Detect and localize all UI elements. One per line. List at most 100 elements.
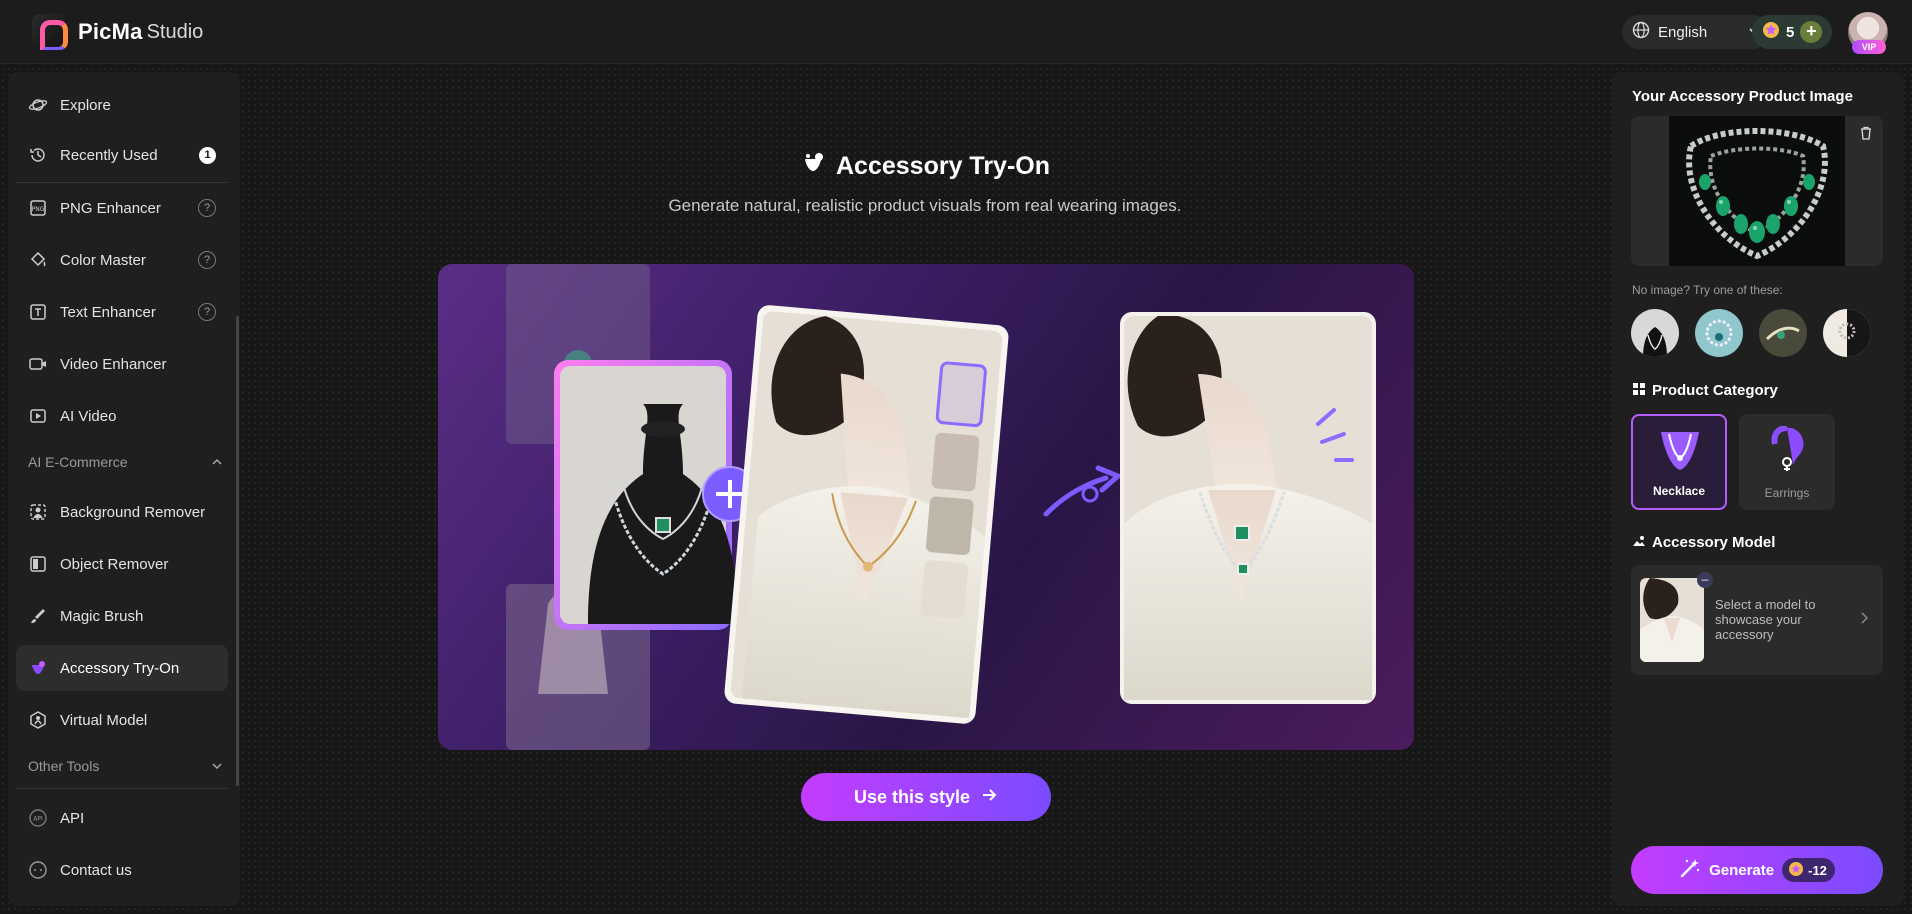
category-label: Necklace bbox=[1652, 484, 1706, 498]
sidebar-item-label: API bbox=[60, 809, 85, 827]
add-credits-button[interactable]: + bbox=[1800, 21, 1823, 43]
sidebar-item-label: PNG Enhancer bbox=[60, 199, 161, 217]
globe-icon bbox=[1632, 21, 1650, 43]
use-this-style-button[interactable]: Use this style bbox=[801, 773, 1051, 821]
coin-icon bbox=[1788, 861, 1804, 880]
earring-icon bbox=[1767, 425, 1807, 477]
generate-label: Generate bbox=[1709, 861, 1775, 879]
history-icon bbox=[28, 145, 48, 165]
upload-title: Your Accessory Product Image bbox=[1632, 88, 1853, 105]
trash-icon[interactable] bbox=[1859, 126, 1873, 145]
magic-wand-icon bbox=[1679, 857, 1701, 883]
section-label: Other Tools bbox=[28, 758, 100, 774]
generate-button[interactable]: Generate -12 bbox=[1631, 846, 1883, 894]
help-icon[interactable]: ? bbox=[198, 251, 216, 269]
page-subtitle: Generate natural, realistic product visu… bbox=[668, 196, 1182, 215]
product-image-upload[interactable] bbox=[1631, 116, 1883, 266]
example-showcase bbox=[438, 264, 1414, 750]
category-title: Product Category bbox=[1632, 382, 1778, 400]
sidebar-item-label: Color Master bbox=[60, 251, 146, 269]
paint-bucket-icon bbox=[28, 250, 48, 270]
star-coin-icon bbox=[1762, 21, 1780, 43]
sidebar-item-ai-video[interactable]: AI Video bbox=[16, 393, 228, 439]
model-title: Accessory Model bbox=[1632, 534, 1775, 552]
video-enhance-icon bbox=[28, 354, 48, 374]
sample-image-4[interactable] bbox=[1823, 309, 1871, 357]
section-ai-ecommerce[interactable]: AI E-Commerce bbox=[28, 447, 224, 477]
sidebar-item-object-remover[interactable]: Object Remover bbox=[16, 541, 228, 587]
category-title-text: Product Category bbox=[1652, 382, 1778, 399]
sidebar-item-explore[interactable]: Explore bbox=[16, 82, 228, 128]
language-label: English bbox=[1658, 23, 1708, 41]
uploaded-necklace-image bbox=[1669, 116, 1845, 266]
showcase-illustration bbox=[506, 264, 1376, 750]
help-icon[interactable]: ? bbox=[198, 303, 216, 321]
necklace-icon bbox=[1655, 428, 1705, 477]
arrow-right-icon bbox=[980, 786, 998, 809]
sample-image-1[interactable] bbox=[1631, 309, 1679, 357]
sample-image-3[interactable] bbox=[1759, 309, 1807, 357]
chevron-down-icon bbox=[210, 759, 224, 776]
divider bbox=[16, 182, 228, 183]
sidebar-item-virtual-model[interactable]: Virtual Model bbox=[16, 697, 228, 743]
sidebar-item-background-remover[interactable]: Background Remover bbox=[16, 489, 228, 535]
api-icon: API bbox=[28, 808, 48, 828]
planet-icon bbox=[28, 95, 48, 115]
recent-count-badge: 1 bbox=[199, 147, 216, 164]
category-earrings[interactable]: Earrings bbox=[1739, 414, 1835, 510]
sidebar-scrollbar[interactable] bbox=[236, 316, 239, 786]
tryon-title-icon bbox=[800, 150, 826, 183]
divider bbox=[16, 788, 228, 789]
model-thumbnail bbox=[1640, 578, 1704, 662]
sidebar-item-label: Explore bbox=[60, 96, 111, 114]
chevron-up-icon bbox=[210, 455, 224, 472]
cost-value: -12 bbox=[1808, 862, 1827, 878]
title-text: Accessory Try-On bbox=[836, 152, 1050, 180]
logo-icon bbox=[32, 14, 68, 50]
sidebar-item-label: Text Enhancer bbox=[60, 303, 156, 321]
image-icon bbox=[1632, 534, 1646, 552]
svg-text:API: API bbox=[33, 816, 43, 823]
sample-image-2[interactable] bbox=[1695, 309, 1743, 357]
sidebar-item-label: Background Remover bbox=[60, 503, 206, 521]
model-selector[interactable]: – Select a model to showcase your access… bbox=[1631, 565, 1883, 675]
brush-icon bbox=[28, 606, 48, 626]
sidebar-item-label: Video Enhancer bbox=[60, 355, 167, 373]
svg-text:PNG: PNG bbox=[32, 206, 45, 213]
section-label: AI E-Commerce bbox=[28, 454, 128, 470]
png-icon: PNG bbox=[28, 198, 48, 218]
sidebar-item-color-master[interactable]: Color Master ? bbox=[16, 237, 228, 283]
sidebar-item-text-enhancer[interactable]: Text Enhancer ? bbox=[16, 289, 228, 335]
sidebar-item-api[interactable]: API API bbox=[16, 795, 228, 841]
sidebar-item-label: Contact us bbox=[60, 861, 132, 879]
play-video-icon bbox=[28, 406, 48, 426]
brand-sub: Studio bbox=[146, 20, 204, 43]
sidebar-item-label: Magic Brush bbox=[60, 607, 144, 625]
sidebar-item-magic-brush[interactable]: Magic Brush bbox=[16, 593, 228, 639]
language-selector[interactable]: English bbox=[1622, 15, 1770, 49]
brand-logo[interactable]: PicMa Studio bbox=[32, 14, 203, 50]
help-icon[interactable]: ? bbox=[198, 199, 216, 217]
generate-cost: -12 bbox=[1782, 858, 1835, 882]
top-bar: PicMa Studio English 5 + VIP bbox=[0, 0, 1912, 64]
sidebar-item-accessory-try-on[interactable]: Accessory Try-On bbox=[16, 645, 228, 691]
text-icon bbox=[28, 302, 48, 322]
cta-label: Use this style bbox=[853, 786, 971, 807]
sidebar-item-recently-used[interactable]: Recently Used 1 bbox=[16, 132, 228, 178]
sidebar-item-label: Recently Used bbox=[60, 146, 158, 164]
samples-hint: No image? Try one of these: bbox=[1632, 283, 1783, 297]
sidebar-item-label: AI Video bbox=[60, 407, 117, 425]
settings-panel: Your Accessory Product Image No image? T… bbox=[1612, 72, 1904, 906]
remove-model-button[interactable]: – bbox=[1697, 572, 1713, 588]
brand-name: PicMa bbox=[78, 19, 143, 44]
model-title-text: Accessory Model bbox=[1652, 534, 1776, 551]
sidebar-item-video-enhancer[interactable]: Video Enhancer bbox=[16, 341, 228, 387]
model-icon bbox=[28, 710, 48, 730]
section-other-tools[interactable]: Other Tools bbox=[28, 751, 224, 781]
sidebar-item-png-enhancer[interactable]: PNG PNG Enhancer ? bbox=[16, 185, 228, 231]
sidebar-item-label: Virtual Model bbox=[60, 711, 148, 729]
credits-pill[interactable]: 5 + bbox=[1752, 15, 1832, 49]
sidebar-item-contact-us[interactable]: Contact us bbox=[16, 847, 228, 893]
category-necklace[interactable]: Necklace bbox=[1631, 414, 1727, 510]
person-cutout-icon bbox=[28, 502, 48, 522]
